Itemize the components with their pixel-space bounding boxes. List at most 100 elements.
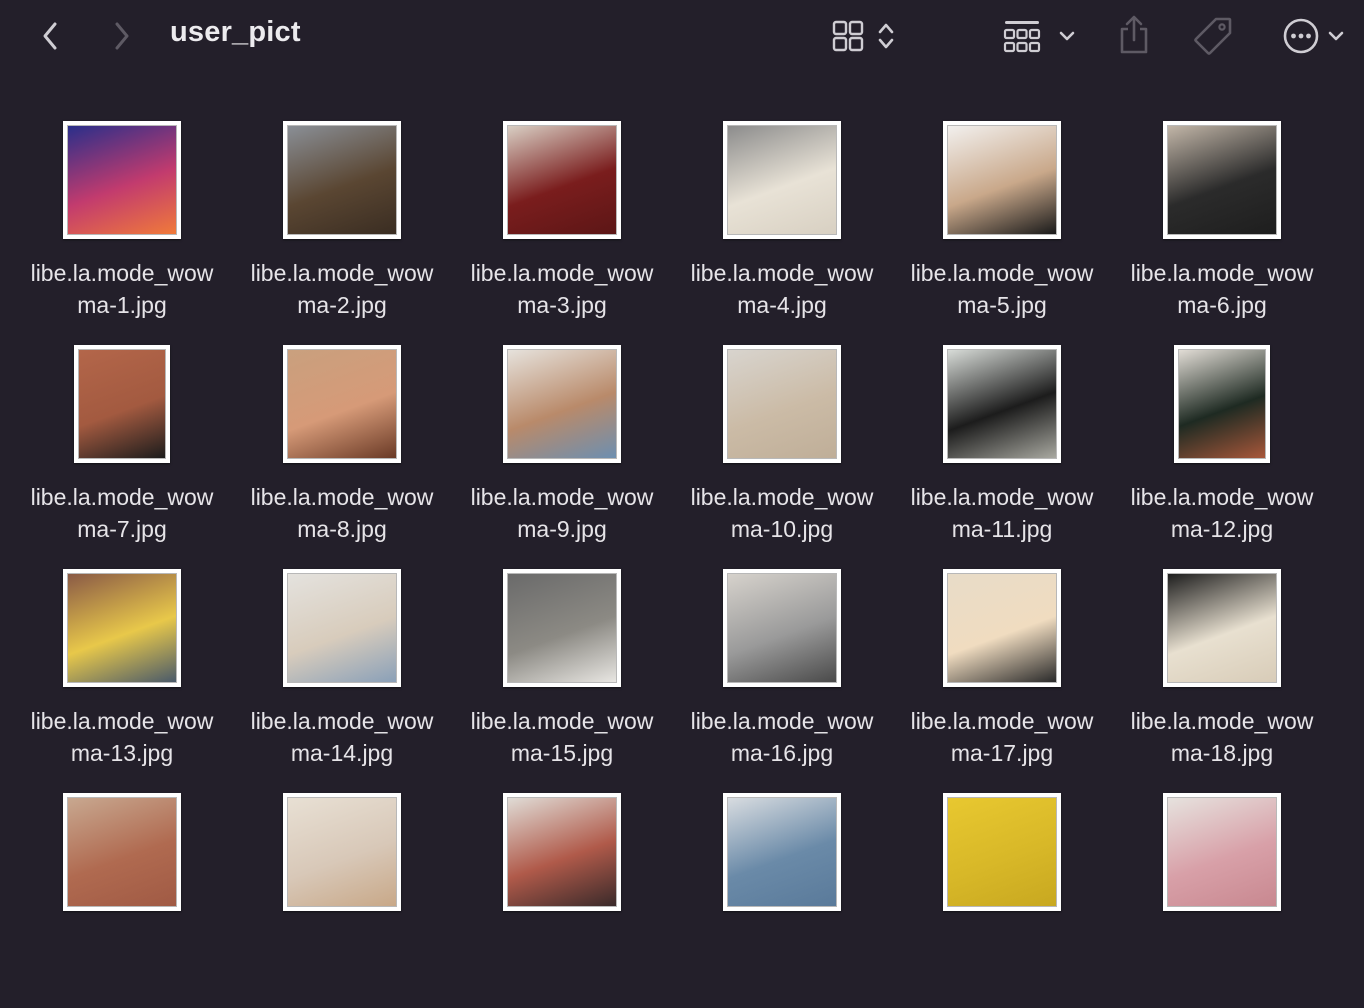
file-item[interactable]: libe.la.mode_wow ma-11.jpg bbox=[892, 336, 1112, 560]
file-thumbnail[interactable] bbox=[63, 569, 181, 687]
file-thumbnail[interactable] bbox=[1163, 569, 1281, 687]
file-thumbnail-area[interactable] bbox=[672, 784, 892, 920]
image-preview bbox=[287, 125, 397, 235]
file-thumbnail-area[interactable] bbox=[1112, 784, 1332, 920]
file-name-label: libe.la.mode_wow ma-8.jpg bbox=[232, 481, 452, 545]
file-item[interactable]: libe.la.mode_wow ma-14.jpg bbox=[232, 560, 452, 784]
file-item[interactable]: libe.la.mode_wow ma-3.jpg bbox=[452, 112, 672, 336]
file-thumbnail[interactable] bbox=[503, 121, 621, 239]
image-preview bbox=[507, 797, 617, 907]
file-thumbnail-area[interactable] bbox=[452, 560, 672, 696]
file-thumbnail[interactable] bbox=[63, 793, 181, 911]
file-thumbnail-area[interactable] bbox=[892, 112, 1112, 248]
file-thumbnail-area[interactable] bbox=[1112, 336, 1332, 472]
file-thumbnail[interactable] bbox=[503, 569, 621, 687]
file-thumbnail[interactable] bbox=[283, 345, 401, 463]
file-thumbnail-area[interactable] bbox=[12, 784, 232, 920]
chevron-down-icon bbox=[1328, 31, 1344, 41]
file-thumbnail[interactable] bbox=[1163, 793, 1281, 911]
tag-button[interactable] bbox=[1190, 14, 1236, 58]
file-name-line-2: ma-15.jpg bbox=[510, 740, 614, 766]
file-thumbnail-area[interactable] bbox=[452, 112, 672, 248]
file-item[interactable] bbox=[1112, 784, 1332, 1008]
file-thumbnail[interactable] bbox=[723, 569, 841, 687]
file-thumbnail-area[interactable] bbox=[12, 336, 232, 472]
forward-button[interactable] bbox=[106, 18, 138, 54]
file-item[interactable]: libe.la.mode_wow ma-7.jpg bbox=[12, 336, 232, 560]
file-thumbnail[interactable] bbox=[1163, 121, 1281, 239]
file-name-line-1: libe.la.mode_wow bbox=[910, 708, 1094, 734]
file-thumbnail-area[interactable] bbox=[232, 784, 452, 920]
group-by-button[interactable] bbox=[1000, 16, 1080, 56]
file-thumbnail[interactable] bbox=[943, 345, 1061, 463]
file-thumbnail-area[interactable] bbox=[232, 112, 452, 248]
file-thumbnail-area[interactable] bbox=[1112, 560, 1332, 696]
file-thumbnail-area[interactable] bbox=[892, 560, 1112, 696]
file-thumbnail[interactable] bbox=[283, 569, 401, 687]
file-item[interactable]: libe.la.mode_wow ma-10.jpg bbox=[672, 336, 892, 560]
file-item[interactable]: libe.la.mode_wow ma-12.jpg bbox=[1112, 336, 1332, 560]
share-icon bbox=[1120, 15, 1148, 54]
more-actions-button[interactable] bbox=[1276, 14, 1352, 58]
image-preview bbox=[947, 797, 1057, 907]
file-item[interactable]: libe.la.mode_wow ma-17.jpg bbox=[892, 560, 1112, 784]
file-thumbnail-area[interactable] bbox=[232, 336, 452, 472]
file-thumbnail-area[interactable] bbox=[12, 112, 232, 248]
file-name-line-1: libe.la.mode_wow bbox=[470, 708, 654, 734]
file-thumbnail[interactable] bbox=[943, 793, 1061, 911]
file-name-line-1: libe.la.mode_wow bbox=[470, 484, 654, 510]
file-thumbnail[interactable] bbox=[283, 121, 401, 239]
file-thumbnail[interactable] bbox=[943, 121, 1061, 239]
file-thumbnail[interactable] bbox=[723, 345, 841, 463]
file-item[interactable]: libe.la.mode_wow ma-15.jpg bbox=[452, 560, 672, 784]
file-name-line-1: libe.la.mode_wow bbox=[30, 484, 214, 510]
view-mode-button[interactable] bbox=[826, 16, 902, 56]
file-thumbnail-area[interactable] bbox=[452, 784, 672, 920]
file-item[interactable] bbox=[672, 784, 892, 1008]
file-thumbnail-area[interactable] bbox=[1112, 112, 1332, 248]
file-name-line-1: libe.la.mode_wow bbox=[250, 484, 434, 510]
file-thumbnail-area[interactable] bbox=[452, 336, 672, 472]
file-thumbnail[interactable] bbox=[723, 793, 841, 911]
file-item[interactable] bbox=[232, 784, 452, 1008]
file-item[interactable]: libe.la.mode_wow ma-18.jpg bbox=[1112, 560, 1332, 784]
file-item[interactable] bbox=[12, 784, 232, 1008]
file-name-line-2: ma-9.jpg bbox=[517, 516, 607, 542]
file-item[interactable] bbox=[892, 784, 1112, 1008]
image-preview bbox=[1167, 125, 1277, 235]
file-thumbnail[interactable] bbox=[723, 121, 841, 239]
file-name-label: libe.la.mode_wow ma-11.jpg bbox=[892, 481, 1112, 545]
file-thumbnail[interactable] bbox=[503, 793, 621, 911]
file-thumbnail[interactable] bbox=[63, 121, 181, 239]
file-name-line-1: libe.la.mode_wow bbox=[1130, 260, 1314, 286]
file-item[interactable]: libe.la.mode_wow ma-9.jpg bbox=[452, 336, 672, 560]
image-preview bbox=[507, 125, 617, 235]
file-thumbnail[interactable] bbox=[943, 569, 1061, 687]
file-thumbnail[interactable] bbox=[503, 345, 621, 463]
file-thumbnail-area[interactable] bbox=[672, 560, 892, 696]
file-item[interactable]: libe.la.mode_wow ma-16.jpg bbox=[672, 560, 892, 784]
file-thumbnail-area[interactable] bbox=[672, 112, 892, 248]
file-name-line-1: libe.la.mode_wow bbox=[30, 708, 214, 734]
image-preview bbox=[727, 125, 837, 235]
share-button[interactable] bbox=[1114, 12, 1154, 58]
file-thumbnail-area[interactable] bbox=[892, 336, 1112, 472]
file-item[interactable]: libe.la.mode_wow ma-4.jpg bbox=[672, 112, 892, 336]
file-thumbnail-area[interactable] bbox=[892, 784, 1112, 920]
back-button[interactable] bbox=[34, 18, 66, 54]
file-thumbnail-area[interactable] bbox=[672, 336, 892, 472]
file-item[interactable]: libe.la.mode_wow ma-2.jpg bbox=[232, 112, 452, 336]
file-item[interactable]: libe.la.mode_wow ma-1.jpg bbox=[12, 112, 232, 336]
file-thumbnail[interactable] bbox=[283, 793, 401, 911]
file-item[interactable]: libe.la.mode_wow ma-5.jpg bbox=[892, 112, 1112, 336]
file-name-line-2: ma-2.jpg bbox=[297, 292, 387, 318]
file-item[interactable]: libe.la.mode_wow ma-13.jpg bbox=[12, 560, 232, 784]
file-thumbnail[interactable] bbox=[74, 345, 170, 463]
file-item[interactable] bbox=[452, 784, 672, 1008]
file-item[interactable]: libe.la.mode_wow ma-6.jpg bbox=[1112, 112, 1332, 336]
image-preview bbox=[727, 349, 837, 459]
file-thumbnail[interactable] bbox=[1174, 345, 1270, 463]
file-thumbnail-area[interactable] bbox=[12, 560, 232, 696]
file-thumbnail-area[interactable] bbox=[232, 560, 452, 696]
file-item[interactable]: libe.la.mode_wow ma-8.jpg bbox=[232, 336, 452, 560]
